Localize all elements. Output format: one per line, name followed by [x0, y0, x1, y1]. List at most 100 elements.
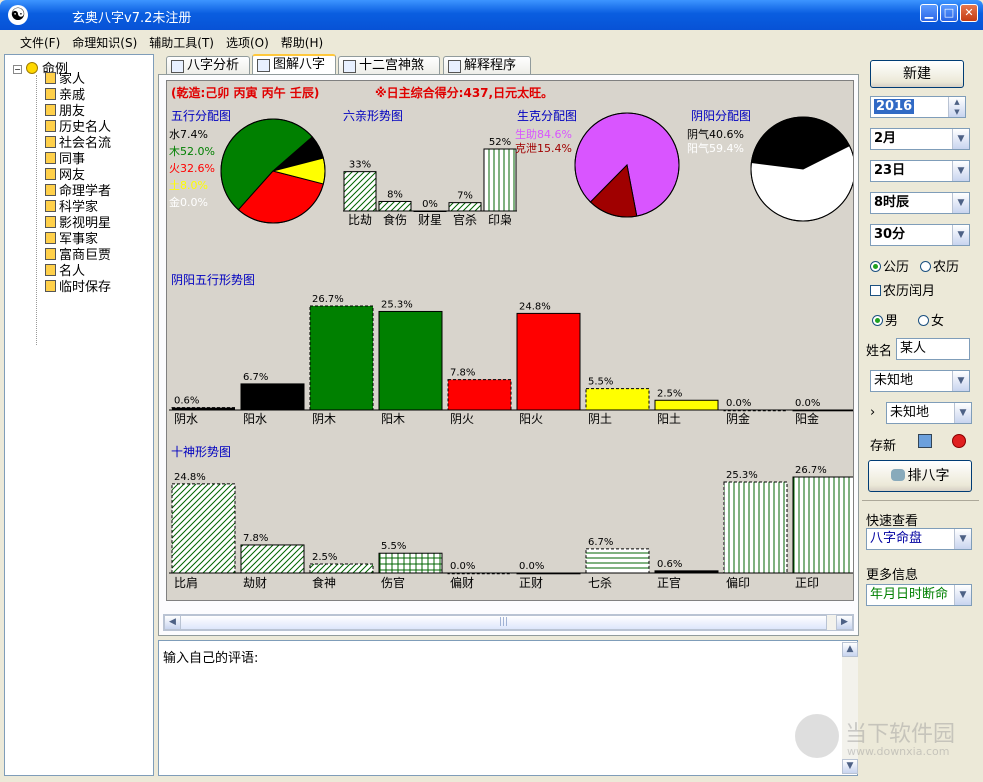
tab-chart[interactable]: 图解八字 — [252, 54, 336, 76]
tab-twelve-palaces[interactable]: 十二宫神煞 — [338, 56, 440, 76]
female-radio[interactable]: 女 — [918, 310, 944, 329]
yywx-bar — [447, 379, 512, 411]
minute-value: 30分 — [874, 227, 906, 242]
menu-knowledge[interactable]: 命理知识(S) — [66, 32, 143, 53]
year-spinner[interactable]: 2016 ▲ ▼ — [870, 96, 966, 118]
month-select[interactable]: 2月 ▼ — [870, 128, 970, 150]
watermark-text: 当下软件园 — [845, 722, 956, 747]
yywx-name-label: 阳金 — [795, 411, 819, 426]
save-icon[interactable] — [918, 434, 932, 448]
yywx-pct-label: 2.5% — [657, 388, 682, 399]
tab-label: 解释程序 — [464, 58, 517, 73]
scroll-left-icon[interactable]: ◀ — [164, 615, 181, 630]
place-arrow: › — [870, 405, 876, 420]
more-info-select[interactable]: 年月日时断命 ▼ — [866, 584, 972, 606]
place2-value: 未知地 — [890, 405, 930, 420]
tab-analysis[interactable]: 八字分析 — [166, 56, 250, 76]
tree-item[interactable]: 影视明星 — [45, 216, 111, 232]
tree-item[interactable]: 临时保存 — [45, 280, 111, 296]
folder-icon — [45, 120, 56, 132]
comment-area[interactable]: 输入自己的评语: — [158, 640, 858, 776]
tree-item[interactable]: 社会名流 — [45, 136, 111, 152]
menu-help[interactable]: 帮助(H) — [275, 32, 329, 53]
tree-item[interactable]: 网友 — [45, 168, 85, 184]
chevron-down-icon[interactable]: ▼ — [954, 585, 971, 605]
tree-item[interactable]: 家人 — [45, 72, 85, 88]
folder-icon — [45, 280, 56, 292]
scroll-thumb[interactable]: ||| — [180, 615, 827, 630]
tree-item-label: 军事家 — [59, 232, 99, 247]
shishen-name-label: 劫财 — [243, 576, 267, 590]
spin-icon[interactable]: ▲ ▼ — [948, 97, 965, 117]
day-select[interactable]: 23日 ▼ — [870, 160, 970, 182]
leap-month-checkbox[interactable]: 农历闰月 — [870, 280, 935, 299]
shishen-name-label: 偏印 — [726, 575, 750, 590]
maximize-button[interactable]: □ — [940, 4, 958, 22]
hour-select[interactable]: 8时辰 ▼ — [870, 192, 970, 214]
delete-icon[interactable] — [952, 434, 966, 448]
robot-icon — [890, 469, 905, 481]
case-tree[interactable]: − 命例 家人 亲戚 朋友 历史名人 社会名流 同事 网友 命理学者 科学家 影视明星 军事家 富商巨贾… — [4, 54, 154, 776]
tree-item[interactable]: 军事家 — [45, 232, 98, 248]
close-button[interactable]: ✕ — [960, 4, 978, 22]
chevron-down-icon[interactable]: ▼ — [952, 371, 969, 391]
yywx-name-label: 阳火 — [519, 412, 543, 426]
watermark: 当下软件园 www.downxia.com — [795, 712, 975, 767]
shishen-pct-label: 2.5% — [312, 552, 337, 563]
liuqin-pct-label: 8% — [387, 189, 403, 200]
minute-select[interactable]: 30分 ▼ — [870, 224, 970, 246]
day-value: 23日 — [874, 163, 906, 178]
yinyang-legend-item: 阴气40.6% — [687, 127, 744, 141]
tree-item[interactable]: 名人 — [45, 264, 85, 280]
new-button[interactable]: 新建 — [870, 60, 964, 88]
menu-tools[interactable]: 辅助工具(T) — [143, 32, 220, 53]
shishen-pct-label: 6.7% — [588, 537, 613, 548]
menu-file[interactable]: 文件(F) — [14, 32, 66, 53]
yywx-bar — [654, 399, 719, 411]
chevron-down-icon[interactable]: ▼ — [952, 129, 969, 149]
liuqin-bar — [343, 171, 377, 212]
tree-item[interactable]: 历史名人 — [45, 120, 111, 136]
tree-item[interactable]: 科学家 — [45, 200, 98, 216]
chevron-down-icon[interactable]: ▼ — [952, 225, 969, 245]
solar-radio[interactable]: 公历 — [870, 256, 909, 275]
chevron-down-icon[interactable]: ▼ — [954, 403, 971, 423]
chevron-down-icon[interactable]: ▼ — [952, 161, 969, 181]
lunar-radio[interactable]: 农历 — [920, 256, 959, 275]
name-input[interactable]: 某人 — [896, 338, 970, 360]
tree-item[interactable]: 富商巨贾 — [45, 248, 111, 264]
tab-interpret[interactable]: 解释程序 — [443, 56, 531, 76]
yywx-pct-label: 0.6% — [174, 396, 199, 407]
shengke-title: 生克分配图 — [517, 109, 577, 123]
tree-item-label: 网友 — [59, 168, 86, 183]
tree-item-label: 历史名人 — [59, 120, 112, 135]
liuqin-pct-label: 52% — [489, 137, 511, 148]
scroll-up-icon[interactable]: ▲ — [842, 642, 858, 657]
comment-label: 输入自己的评语: — [163, 651, 259, 666]
arrange-bazi-button[interactable]: 排八字 — [868, 460, 972, 492]
scroll-right-icon[interactable]: ▶ — [836, 615, 853, 630]
chevron-down-icon[interactable]: ▼ — [952, 193, 969, 213]
title-bar[interactable]: ☯ 玄奥八字v7.2未注册 ▁ □ ✕ — [0, 0, 983, 30]
shishen-pct-label: 26.7% — [795, 465, 827, 476]
collapse-icon[interactable]: − — [13, 65, 22, 74]
place1-select[interactable]: 未知地 ▼ — [870, 370, 970, 392]
tree-item[interactable]: 同事 — [45, 152, 85, 168]
folder-icon — [45, 136, 56, 148]
radio-off-icon — [918, 315, 929, 326]
horizontal-scrollbar[interactable]: ◀ ||| ▶ — [163, 614, 854, 631]
tree-item[interactable]: 亲戚 — [45, 88, 85, 104]
month-value: 2月 — [874, 131, 897, 146]
quick-view-select[interactable]: 八字命盘 ▼ — [866, 528, 972, 550]
tree-item[interactable]: 朋友 — [45, 104, 85, 120]
lunar-label: 农历 — [933, 260, 960, 275]
menu-options[interactable]: 选项(O) — [220, 32, 275, 53]
year-value: 2016 — [874, 99, 915, 114]
folder-icon — [45, 200, 56, 212]
place2-select[interactable]: 未知地 ▼ — [886, 402, 972, 424]
minimize-button[interactable]: ▁ — [920, 4, 938, 22]
yywx-pct-label: 26.7% — [312, 294, 344, 305]
tree-item[interactable]: 命理学者 — [45, 184, 111, 200]
chevron-down-icon[interactable]: ▼ — [954, 529, 971, 549]
male-radio[interactable]: 男 — [872, 310, 898, 329]
